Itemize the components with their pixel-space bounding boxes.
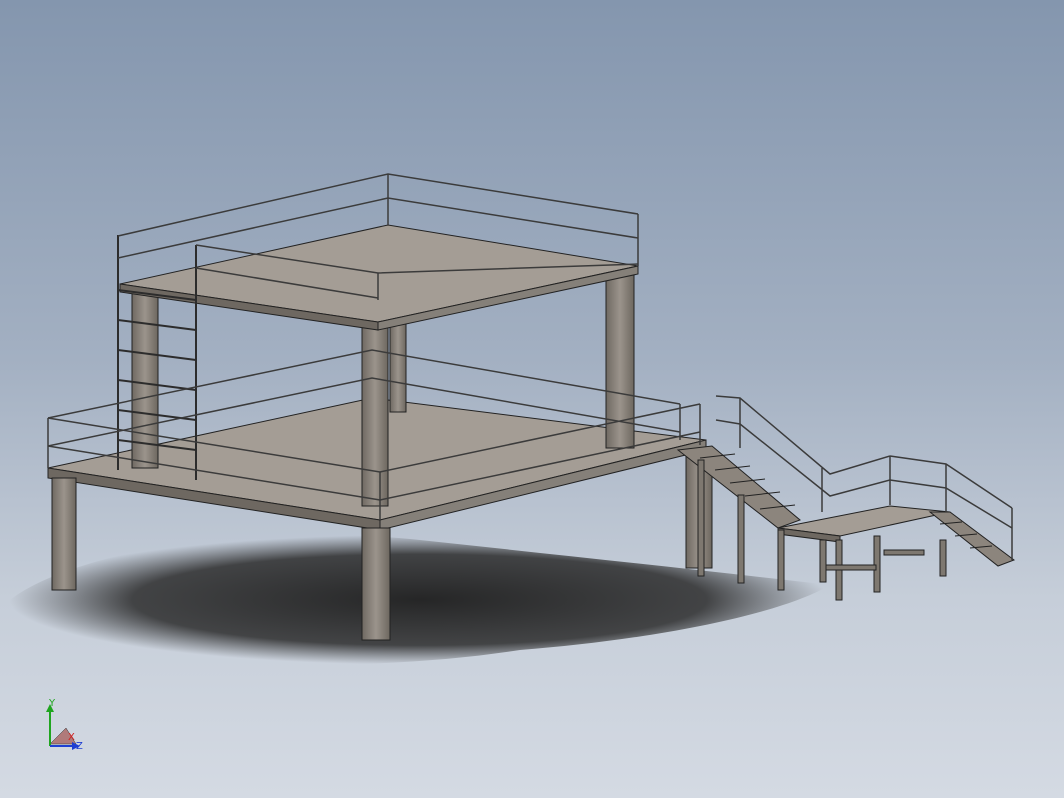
cad-viewport[interactable]: Y X Z [0,0,1064,798]
coordinate-triad: Y X Z [46,698,83,752]
x-axis-label: X [68,732,75,743]
z-axis-label: Z [76,741,83,752]
lower-leg-front [361,527,391,641]
upper-column-rear-right [389,321,407,413]
y-axis-label: Y [48,698,56,709]
3d-model-view[interactable] [0,0,1064,798]
lower-leg-left [51,477,77,591]
upper-column-front [361,325,389,507]
